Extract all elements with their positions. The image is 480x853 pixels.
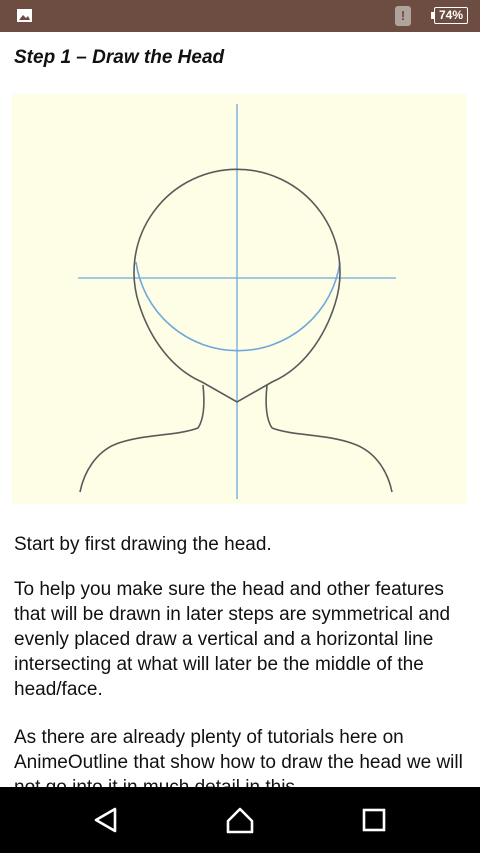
head-circle-lower-arc [135, 261, 341, 352]
recents-square-icon[interactable] [359, 805, 389, 835]
article-content[interactable]: Step 1 – Draw the Head Start by first dr… [0, 32, 480, 787]
status-bar: ! 74% [0, 0, 480, 32]
neck-left [197, 384, 205, 429]
step-title: Step 1 – Draw the Head [14, 47, 225, 68]
back-triangle-icon[interactable] [91, 805, 121, 835]
navigation-bar [0, 787, 480, 853]
neck-right [265, 384, 273, 429]
shoulder-left [79, 427, 199, 493]
alert-icon: ! [395, 6, 411, 26]
gallery-icon [17, 9, 32, 22]
home-icon[interactable] [225, 805, 255, 835]
paragraph-tutorials: As there are already plenty of tutorials… [14, 727, 463, 787]
paragraph-guidelines: To help you make sure the head and other… [14, 579, 451, 700]
shoulder-right [271, 427, 393, 493]
head-drawing-illustration [78, 104, 396, 499]
paragraph-intro: Start by first drawing the head. [14, 534, 272, 555]
head-drawing-figure [12, 94, 467, 504]
battery-icon: 74% [434, 7, 468, 24]
